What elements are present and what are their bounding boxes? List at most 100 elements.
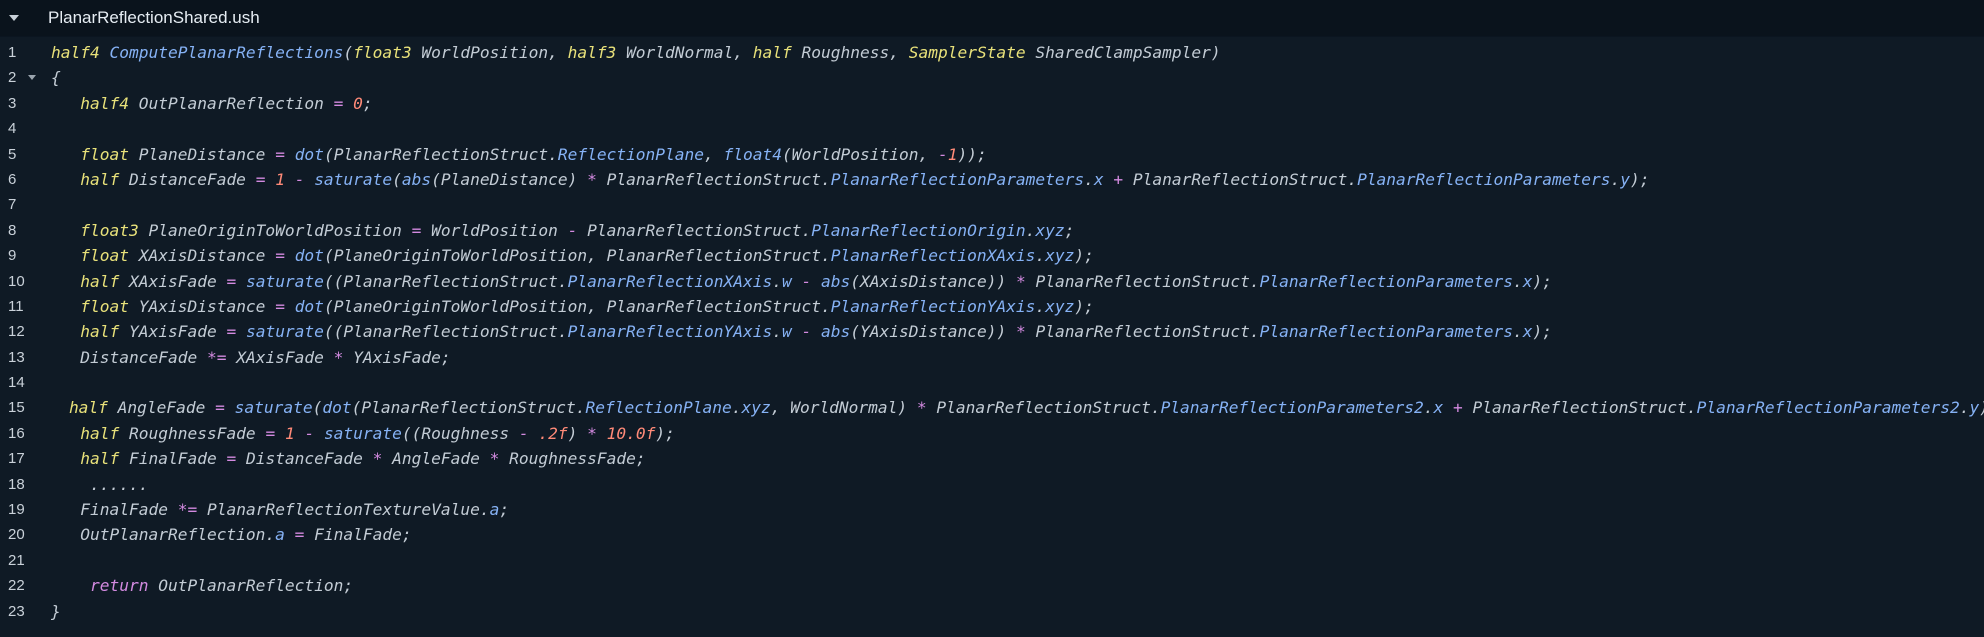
code-token: . [1513, 271, 1523, 291]
code-viewer: PlanarReflectionShared.ush 1 half4 Comput… [0, 0, 1984, 637]
code-text: half XAxisFade = saturate((PlanarReflect… [36, 269, 1552, 294]
code-token: - [567, 220, 578, 240]
code-token: - [294, 169, 305, 189]
code-token: PlaneDistance [440, 169, 568, 189]
code-token: = [265, 423, 276, 443]
code-token: DistanceFade [245, 449, 363, 469]
code-token: XAxisFade [128, 271, 217, 291]
code-token: = [275, 246, 285, 266]
code-token: * [333, 347, 344, 367]
code-token: ) [1210, 43, 1221, 62]
code-token: a [275, 525, 285, 545]
code-token: dot [294, 246, 324, 266]
fold-triangle-icon[interactable] [28, 75, 36, 81]
code-token: ); [1074, 246, 1094, 266]
code-token: . [265, 525, 276, 545]
code-token: , [548, 43, 568, 62]
code-token: half [752, 43, 792, 62]
code-line: 11 float YAxisDistance = dot(PlaneOrigin… [0, 294, 1984, 319]
code-token: abs [401, 169, 432, 189]
code-token: half [80, 322, 120, 342]
code-text: half DistanceFade = 1 - saturate(abs(Pla… [36, 167, 1649, 192]
line-number: 17 [0, 446, 36, 471]
code-token: AngleFade [392, 449, 480, 469]
code-token: PlaneOriginToWorldPosition [333, 296, 588, 316]
code-text: float3 PlaneOriginToWorldPosition = Worl… [36, 218, 1074, 243]
code-token: XAxisDistance [138, 246, 266, 266]
code-token: .2f [538, 423, 568, 443]
code-token: xyz [1045, 246, 1075, 266]
code-token: . [575, 398, 586, 418]
code-text: ...... [36, 472, 149, 497]
code-token: ); [1629, 169, 1650, 189]
code-token: + [1452, 398, 1463, 418]
code-token: ) [567, 423, 588, 443]
code-token: )) [986, 271, 1016, 291]
code-token: Roughness [421, 423, 510, 443]
code-token: saturate [323, 423, 402, 443]
code-token: . [548, 144, 558, 164]
code-token: AngleFade [117, 398, 206, 418]
code-token: * [489, 449, 500, 469]
code-text: float XAxisDistance = dot(PlaneOriginToW… [36, 243, 1094, 268]
line-number: 20 [0, 522, 36, 547]
code-token: 1 [947, 144, 958, 164]
code-text: half FinalFade = DistanceFade * AngleFad… [36, 446, 645, 471]
code-token: WorldPosition [421, 43, 549, 62]
file-header: PlanarReflectionShared.ush [0, 0, 1984, 37]
line-number: 18 [0, 472, 36, 497]
line-number: 7 [0, 192, 36, 217]
code-token: ReflectionPlane [557, 144, 705, 164]
code-token: (( [401, 423, 422, 443]
line-number-label: 3 [8, 94, 17, 112]
line-number: 6 [0, 167, 36, 192]
code-text: DistanceFade *= XAxisFade * YAxisFade; [36, 345, 450, 370]
code-token: x [1433, 398, 1444, 418]
code-token: FinalFade [314, 525, 402, 545]
code-token: YAxisFade [353, 347, 441, 367]
code-token: y [1969, 398, 1980, 418]
code-token: y [1620, 169, 1630, 189]
code-token: ( [782, 144, 792, 164]
code-token: { [51, 68, 61, 88]
line-number: 9 [0, 243, 36, 268]
code-token: float [80, 246, 129, 266]
code-token: dot [294, 144, 324, 164]
code-token: ; [343, 576, 354, 596]
code-token: YAxisDistance [138, 296, 266, 316]
code-token: XAxisFade [236, 347, 324, 367]
code-token: PlanarReflectionStruct [587, 220, 802, 240]
code-token: float4 [723, 144, 783, 164]
code-token: . [1686, 398, 1697, 418]
code-block[interactable]: 1 half4 ComputePlanarReflections(float3 W… [0, 40, 1984, 624]
code-token: PlanarReflectionXAxis [567, 271, 773, 291]
code-token: half4 [80, 93, 129, 113]
collapse-toggle[interactable] [0, 0, 28, 36]
line-number-label: 23 [8, 602, 25, 620]
code-token: ...... [51, 474, 149, 494]
code-token: saturate [314, 169, 393, 189]
code-line: 22 return OutPlanarReflection; [0, 573, 1984, 598]
